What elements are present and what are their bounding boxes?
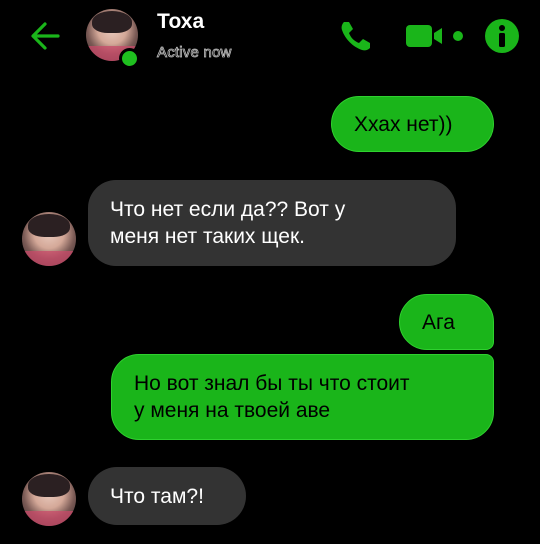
arrow-left-icon [31, 22, 60, 50]
message-text-line: меня нет таких щек. [110, 225, 306, 248]
sender-avatar[interactable] [22, 472, 76, 526]
contact-status: Active now [157, 44, 232, 62]
info-button[interactable] [484, 18, 520, 54]
message-text-line: Что нет если да?? Вот у [110, 198, 346, 221]
phone-icon [341, 22, 370, 51]
message-text: Что там?! [110, 484, 204, 508]
incoming-message[interactable]: Что там?! [88, 467, 246, 525]
video-call-button[interactable] [404, 22, 468, 50]
info-icon [485, 19, 519, 53]
message-text-line: у меня на твоей аве [134, 399, 331, 422]
outgoing-message[interactable]: Но вот знал бы ты что стоит у меня на тв… [111, 354, 494, 440]
message-text-line: Но вот знал бы ты что стоит [134, 372, 410, 395]
sender-avatar[interactable] [22, 212, 76, 266]
voice-call-button[interactable] [336, 16, 376, 56]
online-status-dot [119, 48, 140, 69]
message-text: Ххах нет)) [354, 112, 453, 136]
message-text: Ага [422, 310, 455, 334]
outgoing-message[interactable]: Ххах нет)) [331, 96, 494, 152]
incoming-message[interactable]: Что нет если да?? Вот у меня нет таких щ… [88, 180, 456, 266]
back-button[interactable] [28, 18, 64, 54]
contact-name[interactable]: Тоха [157, 10, 204, 34]
video-camera-icon [406, 25, 463, 47]
outgoing-message[interactable]: Ага [399, 294, 494, 350]
chat-header: Тоха Active now [0, 0, 540, 80]
